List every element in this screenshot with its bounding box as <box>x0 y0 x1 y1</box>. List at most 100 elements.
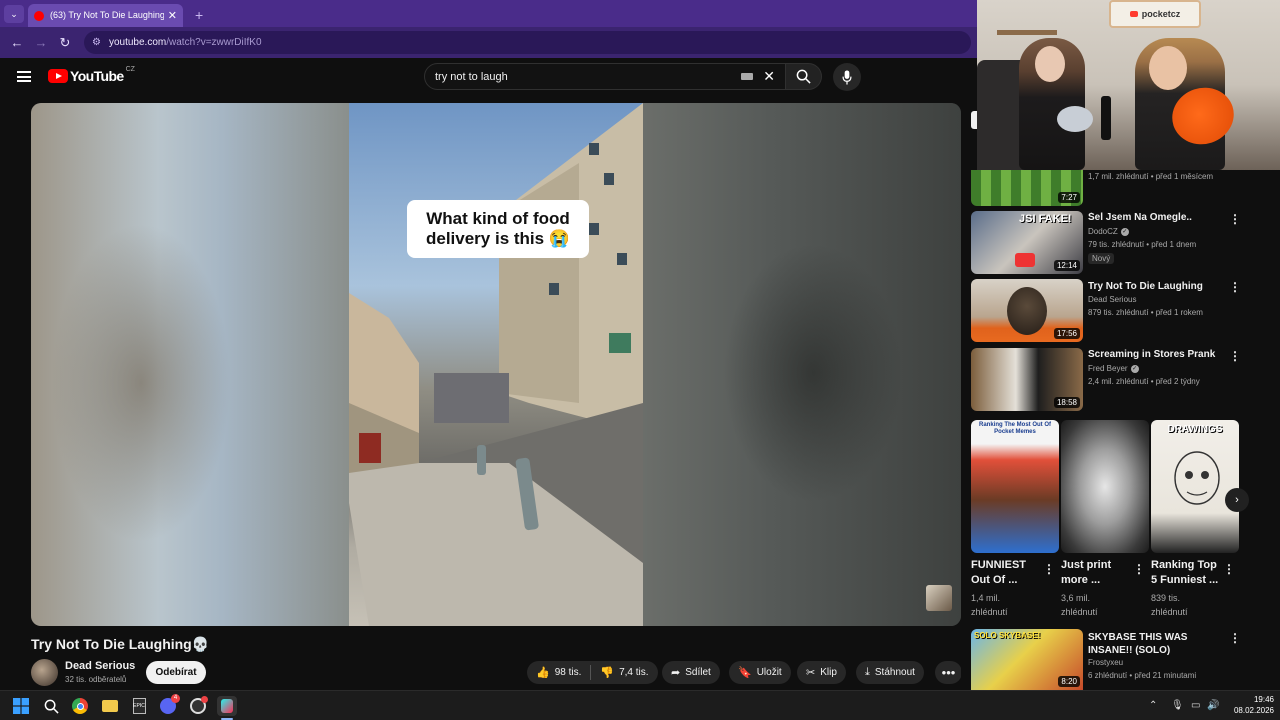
recommendation-title[interactable]: Try Not To Die Laughing <box>1088 281 1228 292</box>
thumbs-up-icon: 👍 <box>536 667 550 679</box>
channel-watermark[interactable] <box>926 585 952 611</box>
duration-badge: 8:20 <box>1058 676 1080 687</box>
more-options-icon[interactable]: ⋮ <box>1133 562 1145 576</box>
browser-tab-active[interactable]: (63) Try Not To Die Laughing💀 ✕ <box>28 4 183 27</box>
more-options-icon[interactable]: ⋮ <box>1043 562 1055 576</box>
tray-overflow-icon[interactable]: ⌃ <box>1149 700 1157 711</box>
short-thumbnail[interactable] <box>1061 420 1149 553</box>
share-button[interactable]: ➦ Sdílet <box>662 661 720 684</box>
magnifier-icon <box>44 699 59 714</box>
display-tray-icon[interactable]: ▭ <box>1191 700 1200 711</box>
file-explorer-icon[interactable] <box>100 696 120 716</box>
neon-sign: pocketcz <box>1109 0 1201 28</box>
view-count: 3,6 mil. <box>1061 593 1091 603</box>
recommendation-title[interactable]: Screaming in Stores Prank <box>1088 349 1228 360</box>
recommendation-thumbnail[interactable]: 17:56 <box>971 279 1083 342</box>
more-options-icon[interactable]: ⋮ <box>1229 349 1241 363</box>
search-input[interactable]: try not to laugh ✕ <box>424 63 786 90</box>
short-thumbnail[interactable]: DRAWINGS <box>1151 420 1239 553</box>
duration-badge: 12:14 <box>1053 260 1080 271</box>
short-title[interactable]: FUNNIEST Out Of ... <box>971 558 1043 588</box>
epic-games-icon[interactable]: EPIC <box>129 696 149 716</box>
microphone-icon <box>842 69 852 85</box>
windows-start-icon[interactable] <box>11 696 31 716</box>
more-options-icon[interactable]: ⋮ <box>1229 280 1241 294</box>
video-title: Try Not To Die Laughing💀 <box>31 636 210 652</box>
like-button[interactable]: 👍 98 tis. <box>527 661 590 684</box>
download-button[interactable]: ⤓ Stáhnout <box>856 661 924 684</box>
youtube-logo[interactable]: YouTube CZ <box>48 66 135 84</box>
clear-search-icon[interactable]: ✕ <box>763 68 775 85</box>
tiktok-icon[interactable] <box>217 696 237 716</box>
keyboard-icon[interactable] <box>741 73 754 80</box>
recommendation-title[interactable]: SKYBASE THIS WAS INSANE!! (SOLO) <box>1088 631 1226 657</box>
system-clock[interactable]: 19:46 08.02.2026 <box>1222 694 1274 716</box>
recommendation-channel[interactable]: Fred Beyer ✓ <box>1088 364 1139 373</box>
recommendation-thumbnail[interactable]: 7:27 <box>971 170 1083 206</box>
channel-label: Frostyxeu <box>1088 658 1124 667</box>
duration-badge: 7:27 <box>1058 192 1080 203</box>
face-image <box>1007 287 1047 335</box>
short-title[interactable]: Ranking Top 5 Funniest ... <box>1151 558 1227 588</box>
discord-icon[interactable]: 4 <box>158 694 180 716</box>
more-actions-button[interactable]: ••• <box>935 661 962 684</box>
recommendation-thumbnail[interactable]: 18:58 <box>971 348 1083 411</box>
volume-icon[interactable]: 🔊 <box>1207 700 1219 711</box>
clock-date: 08.02.2026 <box>1233 706 1274 715</box>
dislike-button[interactable]: 👎 7,4 tis. <box>591 661 657 684</box>
logo-text: YouTube <box>70 68 124 84</box>
url-host: youtube.com <box>108 37 167 48</box>
forward-arrow-icon[interactable]: → <box>30 32 52 54</box>
browser-toolbar: ← → ↻ ⚙ youtube.com/watch?v=zwwrDiIfK0 <box>0 27 977 58</box>
channel-avatar[interactable] <box>31 659 58 686</box>
recommendation-title[interactable]: Šel Jsem Na Omegle.. <box>1088 212 1228 223</box>
short-thumbnail[interactable]: Ranking The Most Out Of Pocket Memes <box>971 420 1059 553</box>
channel-name[interactable]: Dead Serious <box>65 660 135 672</box>
blurred-background-right <box>643 103 961 626</box>
clip-button[interactable]: ✂ Klip <box>797 661 846 684</box>
recommendation-thumbnail[interactable]: JSI FAKE! 12:14 <box>971 211 1083 274</box>
recommendation-thumbnail[interactable]: SOLO SKYBASE! 8:20 <box>971 629 1083 690</box>
short-title-line: FUNNIEST <box>971 559 1026 571</box>
chrome-icon[interactable] <box>70 696 90 716</box>
menu-icon[interactable] <box>17 71 31 82</box>
recommendation-channel[interactable]: Frostyxeu <box>1088 658 1123 667</box>
reload-icon[interactable]: ↻ <box>54 32 76 54</box>
short-title[interactable]: Just print more ... <box>1061 558 1133 588</box>
more-options-icon[interactable]: ⋮ <box>1229 212 1241 226</box>
chrome-logo <box>72 698 88 714</box>
verified-icon: ✓ <box>1120 227 1129 236</box>
search-icon <box>796 69 811 84</box>
short-views: 839 tis. zhlédnutí <box>1151 591 1221 619</box>
voice-search-button[interactable] <box>833 63 861 91</box>
sign-text: pocketcz <box>1141 9 1181 19</box>
new-tab-button[interactable]: + <box>195 7 203 23</box>
recommendation-meta: 6 zhlédnutí • před 21 minutami <box>1088 671 1197 680</box>
obs-icon[interactable] <box>188 696 208 716</box>
subscribe-button[interactable]: Odebírat <box>146 661 206 684</box>
recommendation-channel[interactable]: DodoCZ ✓ <box>1088 227 1129 236</box>
back-arrow-icon[interactable]: ← <box>6 32 28 54</box>
short-views: 1,4 mil. zhlédnutí <box>971 591 1041 619</box>
youtube-sign-icon <box>1129 11 1138 17</box>
more-options-icon[interactable]: ⋮ <box>1223 562 1235 576</box>
search-button[interactable] <box>786 63 822 90</box>
shorts-next-button[interactable]: › <box>1225 488 1249 512</box>
search-taskbar-icon[interactable] <box>41 696 61 716</box>
channel-label: DodoCZ <box>1088 227 1118 236</box>
street-scene <box>349 103 643 626</box>
youtube-header: YouTube CZ try not to laugh ✕ <box>0 58 977 96</box>
more-options-icon[interactable]: ⋮ <box>1229 631 1241 645</box>
video-player[interactable]: What kind of food delivery is this 😭 <box>31 103 961 626</box>
address-bar[interactable]: ⚙ youtube.com/watch?v=zwwrDiIfK0 <box>84 31 971 54</box>
save-button[interactable]: 🔖 Uložit <box>729 661 791 684</box>
recommendation-channel[interactable]: Dead Serious <box>1088 295 1136 304</box>
folder-shape <box>102 700 118 712</box>
tab-search-button[interactable]: ⌄ <box>4 5 24 23</box>
microphone-tray-icon[interactable]: 🎙 <box>1171 700 1184 711</box>
site-info-icon[interactable]: ⚙ <box>92 37 101 48</box>
tab-close-icon[interactable]: ✕ <box>168 9 177 22</box>
save-label: Uložit <box>756 667 782 678</box>
duration-badge: 18:58 <box>1053 397 1080 408</box>
thumbs-down-icon: 👎 <box>600 667 615 679</box>
